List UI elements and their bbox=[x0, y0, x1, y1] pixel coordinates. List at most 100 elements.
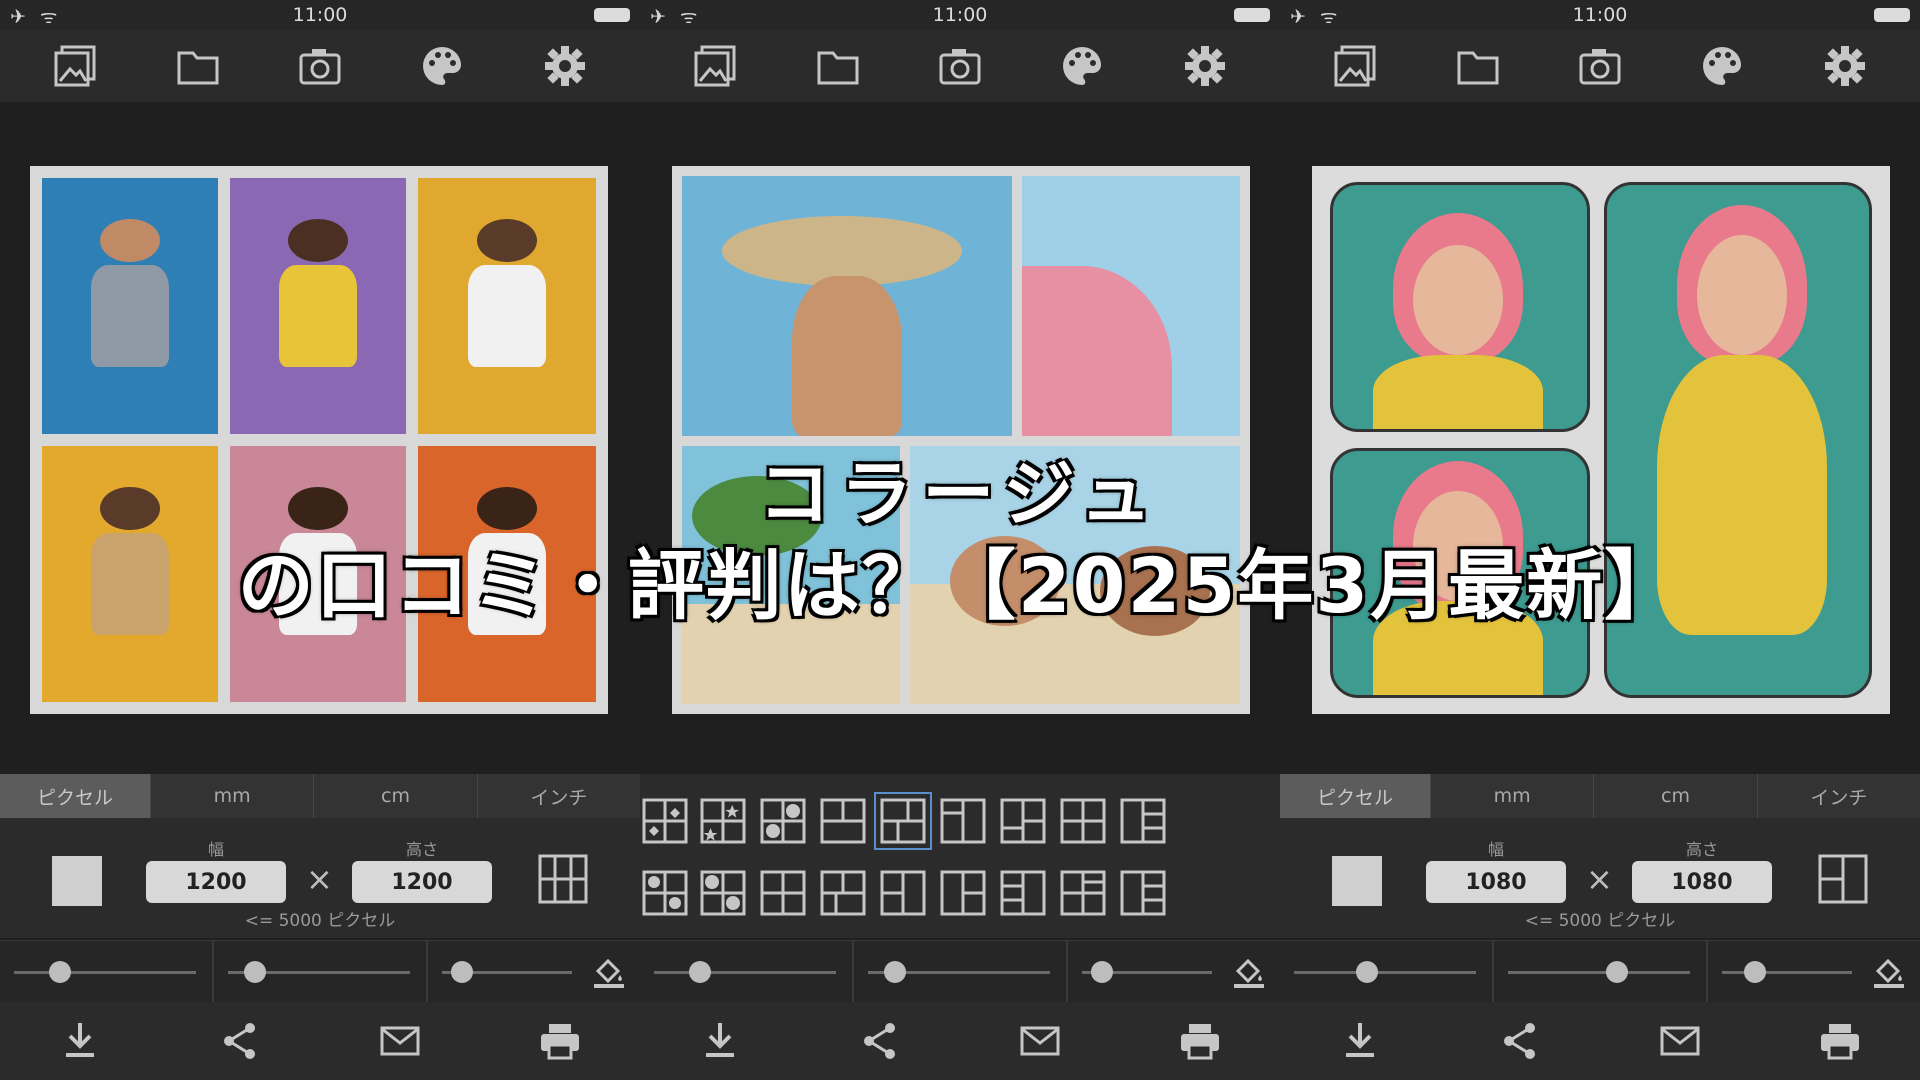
layout-icon[interactable] bbox=[1000, 870, 1046, 916]
collage-photo[interactable] bbox=[418, 178, 596, 434]
share-icon[interactable] bbox=[218, 1019, 262, 1063]
layout-icon[interactable] bbox=[940, 870, 986, 916]
spacing-slider[interactable] bbox=[442, 961, 572, 983]
hearts-layout-icon[interactable] bbox=[642, 798, 688, 844]
width-input[interactable]: 1200 bbox=[146, 861, 286, 903]
layout-icon[interactable] bbox=[820, 870, 866, 916]
grid-layout-icon[interactable] bbox=[538, 854, 588, 904]
paint-bucket-icon[interactable] bbox=[592, 955, 626, 989]
camera-icon[interactable] bbox=[934, 40, 986, 92]
stars-layout-icon[interactable] bbox=[700, 798, 746, 844]
gallery-icon[interactable] bbox=[49, 40, 101, 92]
stars-layout-icon[interactable] bbox=[642, 870, 688, 916]
print-icon[interactable] bbox=[1178, 1019, 1222, 1063]
palette-icon[interactable] bbox=[416, 40, 468, 92]
folder-icon[interactable] bbox=[812, 40, 864, 92]
tab-pixel[interactable]: ピクセル bbox=[1280, 774, 1431, 818]
gear-icon[interactable] bbox=[1179, 40, 1231, 92]
action-bar bbox=[640, 1002, 1280, 1080]
layout-icon[interactable] bbox=[1818, 854, 1868, 904]
battery-icon bbox=[594, 8, 630, 22]
tab-cm[interactable]: cm bbox=[1594, 774, 1758, 818]
layout-icon[interactable] bbox=[880, 870, 926, 916]
status-time: 11:00 bbox=[932, 4, 988, 26]
slider-row bbox=[640, 940, 1280, 1003]
layout-picker bbox=[640, 774, 1280, 938]
layout-icon[interactable] bbox=[1060, 870, 1106, 916]
camera-icon[interactable] bbox=[294, 40, 346, 92]
share-icon[interactable] bbox=[1498, 1019, 1542, 1063]
paint-bucket-icon[interactable] bbox=[1232, 955, 1266, 989]
tab-mm[interactable]: mm bbox=[151, 774, 315, 818]
border-width-slider[interactable] bbox=[1294, 961, 1476, 983]
size-limit-note: <= 5000 ピクセル bbox=[244, 911, 396, 931]
download-icon[interactable] bbox=[1338, 1019, 1382, 1063]
folder-icon[interactable] bbox=[1452, 40, 1504, 92]
gear-icon[interactable] bbox=[1819, 40, 1871, 92]
selected-layout-icon[interactable] bbox=[874, 792, 932, 850]
mail-icon[interactable] bbox=[1658, 1019, 1702, 1063]
status-bar: ✈ ᯤ 11:00 bbox=[1280, 0, 1920, 30]
corner-radius-slider[interactable] bbox=[228, 961, 410, 983]
palette-icon[interactable] bbox=[1056, 40, 1108, 92]
width-input[interactable]: 1080 bbox=[1426, 861, 1566, 903]
share-icon[interactable] bbox=[858, 1019, 902, 1063]
height-input[interactable]: 1200 bbox=[352, 861, 492, 903]
print-icon[interactable] bbox=[538, 1019, 582, 1063]
tab-inch[interactable]: インチ bbox=[478, 774, 640, 818]
camera-icon[interactable] bbox=[1574, 40, 1626, 92]
tab-inch[interactable]: インチ bbox=[1758, 774, 1920, 818]
download-icon[interactable] bbox=[58, 1019, 102, 1063]
action-bar bbox=[1280, 1002, 1920, 1080]
border-width-slider[interactable] bbox=[14, 961, 196, 983]
layout-icon[interactable] bbox=[1120, 798, 1166, 844]
mail-icon[interactable] bbox=[378, 1019, 422, 1063]
folder-icon[interactable] bbox=[172, 40, 224, 92]
corner-radius-slider[interactable] bbox=[868, 961, 1050, 983]
battery-icon bbox=[1234, 8, 1270, 22]
gallery-icon[interactable] bbox=[689, 40, 741, 92]
size-limit-note: <= 5000 ピクセル bbox=[1524, 911, 1676, 931]
split-layout-icon[interactable] bbox=[820, 798, 866, 844]
headline-line2: の口コミ・評判は？【2025年3月最新】 bbox=[237, 541, 1683, 630]
layout-icon[interactable] bbox=[1060, 798, 1106, 844]
palette-icon[interactable] bbox=[1696, 40, 1748, 92]
layout-icon[interactable] bbox=[760, 870, 806, 916]
collage-canvas bbox=[1280, 102, 1920, 774]
collage-photo[interactable] bbox=[682, 176, 1012, 436]
circles-layout-icon[interactable] bbox=[700, 870, 746, 916]
width-label: 幅 bbox=[207, 840, 224, 859]
toolbar bbox=[0, 30, 640, 102]
download-icon[interactable] bbox=[698, 1019, 742, 1063]
headline-line1: コラージュ bbox=[758, 452, 1162, 536]
border-width-slider[interactable] bbox=[654, 961, 836, 983]
collage-photo[interactable] bbox=[1330, 182, 1590, 432]
gear-icon[interactable] bbox=[539, 40, 591, 92]
mail-icon[interactable] bbox=[1018, 1019, 1062, 1063]
paint-bucket-icon[interactable] bbox=[1872, 955, 1906, 989]
spacing-slider[interactable] bbox=[1082, 961, 1212, 983]
battery-icon bbox=[1874, 8, 1910, 22]
gallery-icon[interactable] bbox=[1329, 40, 1381, 92]
headline-overlay: コラージュ の口コミ・評判は？【2025年3月最新】 bbox=[0, 448, 1920, 632]
collage-photo[interactable] bbox=[230, 178, 406, 434]
spacing-slider[interactable] bbox=[1722, 961, 1852, 983]
tab-cm[interactable]: cm bbox=[314, 774, 478, 818]
tab-pixel[interactable]: ピクセル bbox=[0, 774, 151, 818]
tab-mm[interactable]: mm bbox=[1431, 774, 1595, 818]
size-controls: 幅 1200 × 高さ 1200 <= 5000 ピクセル bbox=[0, 818, 640, 938]
layout-icon[interactable] bbox=[940, 798, 986, 844]
layout-icon[interactable] bbox=[1120, 870, 1166, 916]
toolbar bbox=[1280, 30, 1920, 102]
unit-tabs: ピクセル mm cm インチ bbox=[1280, 774, 1920, 818]
background-color-swatch[interactable] bbox=[1332, 856, 1382, 906]
height-input[interactable]: 1080 bbox=[1632, 861, 1772, 903]
corner-radius-slider[interactable] bbox=[1508, 961, 1690, 983]
circles-layout-icon[interactable] bbox=[760, 798, 806, 844]
background-color-swatch[interactable] bbox=[52, 856, 102, 906]
print-icon[interactable] bbox=[1818, 1019, 1862, 1063]
layout-icon[interactable] bbox=[1000, 798, 1046, 844]
size-controls: 幅 1080 × 高さ 1080 <= 5000 ピクセル bbox=[1280, 818, 1920, 938]
collage-photo[interactable] bbox=[1022, 176, 1240, 436]
collage-photo[interactable] bbox=[42, 178, 218, 434]
